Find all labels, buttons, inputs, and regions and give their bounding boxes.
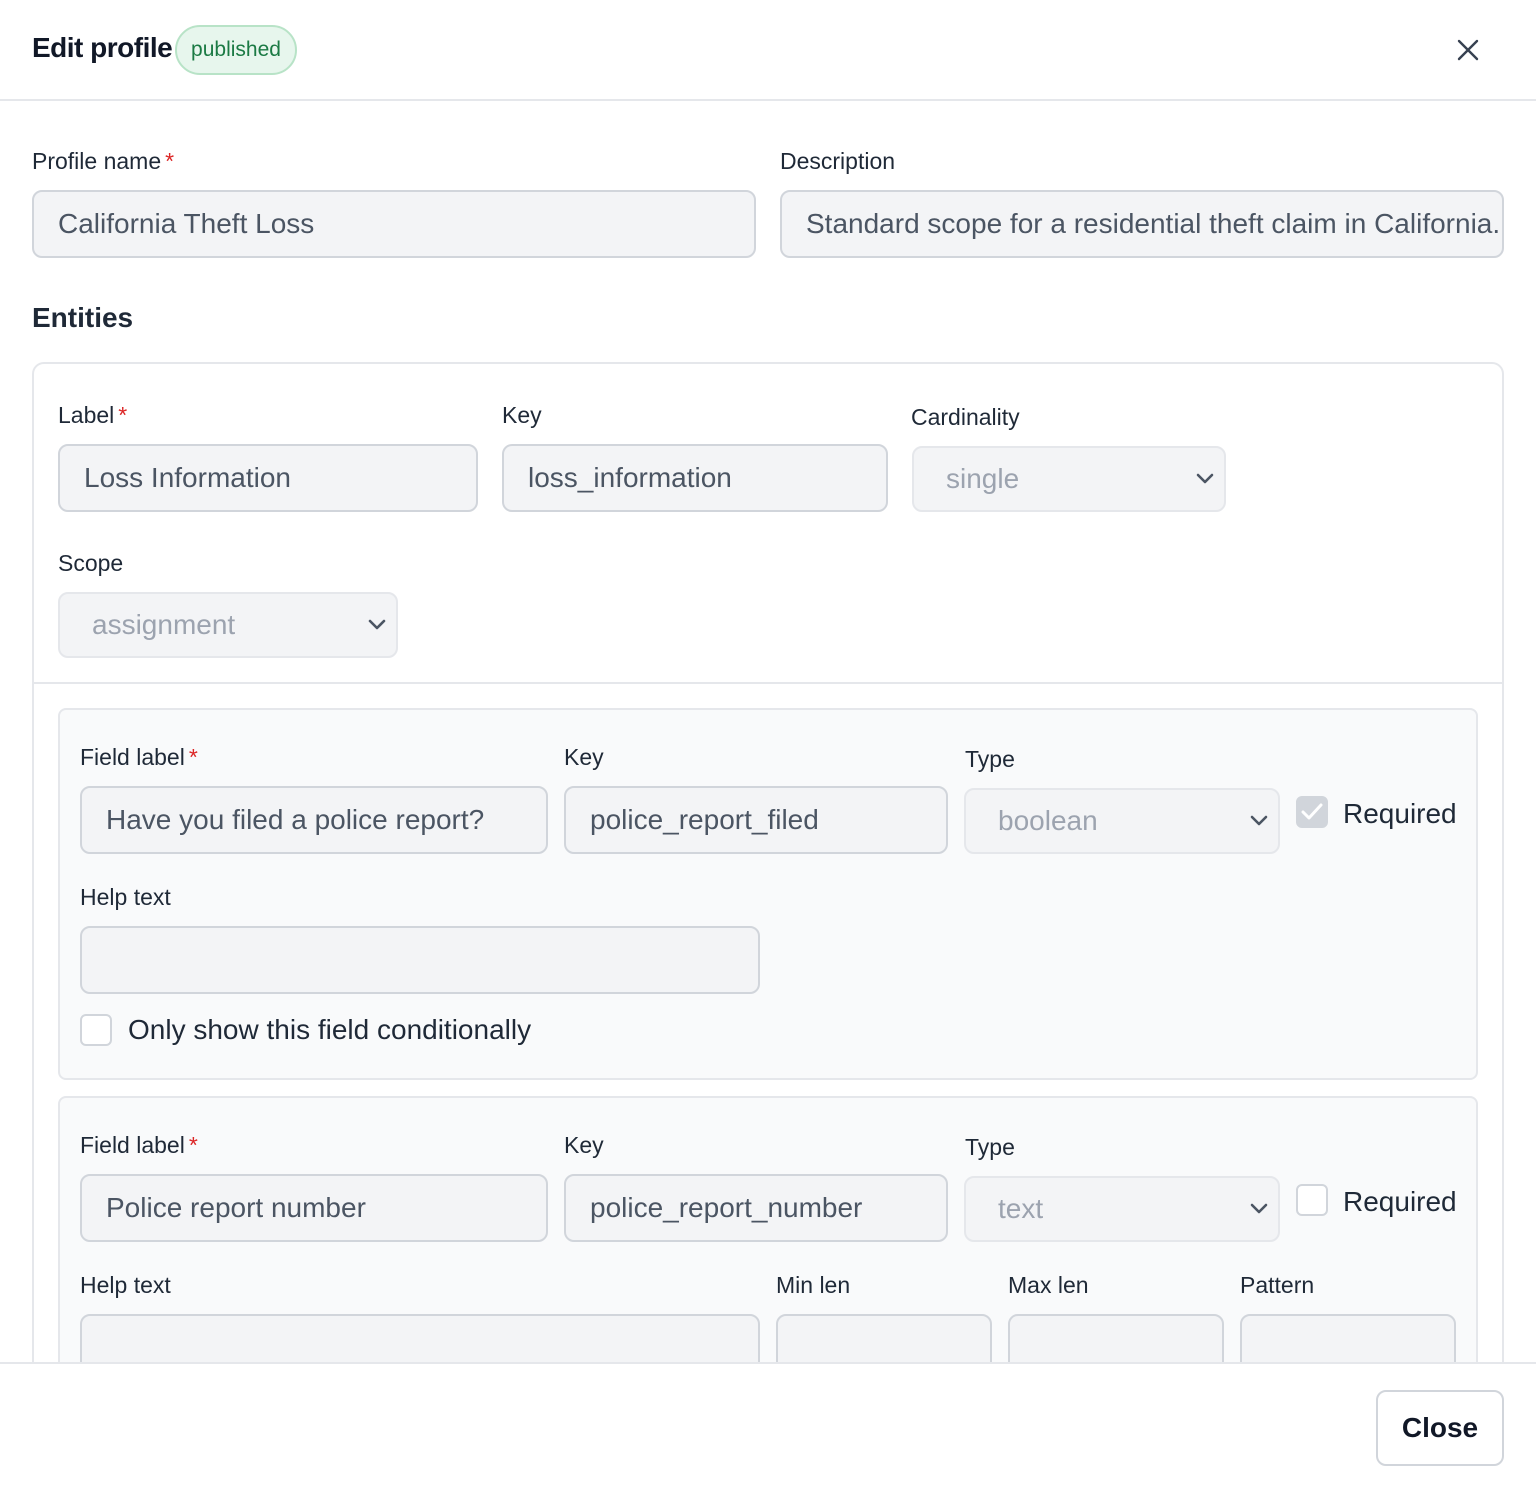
field-type-value: text [998,1193,1044,1224]
field-label-label: Field label * [80,744,198,770]
entity-key-input[interactable]: loss_information [502,444,888,512]
dialog-body: Profile name * California Theft Loss Desc… [0,102,1536,1362]
conditional-checkbox[interactable] [80,1014,112,1046]
field-type-value: boolean [998,805,1098,836]
description-input[interactable]: Standard scope for a residential theft c… [780,190,1504,258]
required-checkbox[interactable] [1296,796,1328,828]
pattern-input[interactable] [1240,1314,1456,1362]
entity-card: Label * Loss Information Key loss_informa… [32,362,1504,1362]
check-icon [1301,803,1323,820]
max-len-label: Max len [1008,1272,1089,1298]
divider [34,682,1502,684]
required-asterisk: * [118,402,128,428]
field-key-label: Key [564,744,604,770]
field-type-label: Type [965,746,1015,772]
field-key-input[interactable]: police_report_filed [564,786,948,854]
chevron-down-icon [368,619,386,630]
max-len-input[interactable] [1008,1314,1224,1362]
help-text-input[interactable] [80,926,760,994]
field-type-select[interactable]: boolean [964,788,1280,854]
close-button[interactable]: Close [1376,1390,1504,1466]
dialog-footer: Close [0,1362,1536,1488]
required-label: Required [1343,798,1457,829]
profile-name-label: Profile name * [32,148,175,174]
field-label-input[interactable]: Have you filed a police report? [80,786,548,854]
required-asterisk: * [188,744,198,770]
chevron-down-icon [1250,1203,1268,1214]
scope-value: assignment [92,609,236,640]
dialog-title: Edit profile [32,32,173,63]
entities-heading: Entities [32,302,134,333]
pattern-label: Pattern [1240,1272,1315,1298]
required-asterisk: * [188,1132,198,1158]
min-len-label: Min len [776,1272,851,1298]
field-key-input[interactable]: police_report_number [564,1174,948,1242]
entity-label-label: Label * [58,402,128,428]
field-label-input[interactable]: Police report number [80,1174,548,1242]
field-card: Field label * Police report number Key po… [58,1096,1478,1362]
chevron-down-icon [1250,815,1268,826]
field-key-label: Key [564,1132,604,1158]
field-card: Field label * Have you filed a police rep… [58,708,1478,1080]
field-type-select[interactable]: text [964,1176,1280,1242]
help-text-label: Help text [80,1272,171,1298]
close-icon[interactable] [1446,28,1490,72]
chevron-down-icon [1196,473,1214,484]
entity-label-input[interactable]: Loss Information [58,444,478,512]
entity-key-label: Key [502,402,542,428]
conditional-label: Only show this field conditionally [128,1014,532,1045]
scope-label: Scope [58,550,124,576]
cardinality-value: single [946,463,1020,494]
help-text-label: Help text [80,884,171,910]
field-type-label: Type [965,1134,1015,1160]
required-asterisk: * [165,148,175,174]
description-label: Description [780,148,896,174]
cardinality-label: Cardinality [911,404,1020,430]
required-label: Required [1343,1186,1457,1217]
edit-profile-dialog: Edit profile published Profile name * Cal… [0,0,1536,1488]
status-badge: published [175,25,297,75]
min-len-input[interactable] [776,1314,992,1362]
required-checkbox[interactable] [1296,1184,1328,1216]
scope-select[interactable]: assignment [58,592,398,658]
dialog-header: Edit profile published [0,0,1536,101]
cardinality-select[interactable]: single [912,446,1226,512]
field-label-label: Field label * [80,1132,198,1158]
help-text-input[interactable] [80,1314,760,1362]
profile-name-input[interactable]: California Theft Loss [32,190,756,258]
